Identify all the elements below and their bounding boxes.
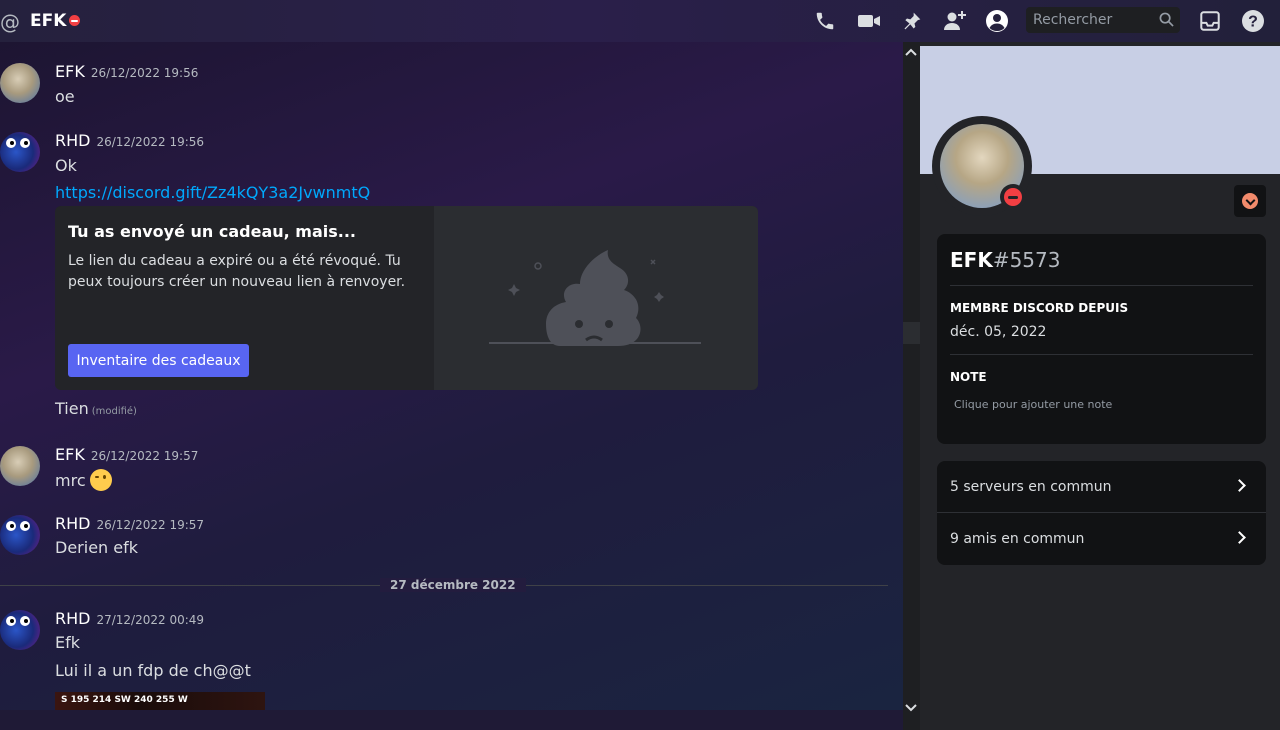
message-header: EFK 26/12/2022 19:57 (55, 445, 198, 464)
edited-label: (modifié) (91, 406, 137, 417)
message-composer[interactable] (0, 710, 903, 730)
help-icon[interactable]: ? (1240, 8, 1266, 34)
channel-header: @ EFK Rechercher ? (0, 0, 1280, 42)
search-input[interactable]: Rechercher (1026, 7, 1180, 33)
user-profile-panel: EFK#5573 MEMBRE DISCORD DEPUIS déc. 05, … (920, 42, 1280, 730)
divider (950, 285, 1253, 286)
gift-inventory-button[interactable]: Inventaire des cadeaux (68, 344, 249, 377)
dm-title: EFK (30, 11, 67, 31)
search-icon (1159, 12, 1174, 31)
discriminator: #5573 (992, 248, 1061, 272)
gift-embed-title: Tu as envoyé un cadeau, mais... (68, 222, 357, 241)
dnd-status-icon (69, 15, 80, 26)
message-timestamp: 26/12/2022 19:57 (96, 518, 205, 532)
note-input[interactable]: Clique pour ajouter une note (954, 398, 1112, 411)
message-author[interactable]: EFK (55, 62, 85, 81)
profile-username: EFK#5573 (950, 248, 1060, 272)
svg-text:?: ? (1248, 14, 1258, 31)
avatar[interactable] (0, 446, 40, 486)
message-content: mrc (55, 469, 112, 491)
gift-embed-description: Le lien du cadeau a expiré ou a été révo… (68, 253, 406, 290)
message-content: Derien efk (55, 538, 138, 557)
wink-emoji-icon (89, 469, 112, 491)
nitro-badge-icon[interactable] (1234, 185, 1266, 217)
message-content: Efk (55, 633, 81, 652)
message-header: RHD 26/12/2022 19:57 (55, 514, 204, 533)
message-author[interactable]: EFK (55, 445, 85, 464)
mutual-friends-label: 9 amis en commun (950, 531, 1085, 547)
mutual-section: 5 serveurs en commun 9 amis en commun (937, 461, 1266, 565)
message-header: RHD 26/12/2022 19:56 (55, 131, 204, 150)
message-content: Lui il a un fdp de ch@@t (55, 661, 251, 680)
chevron-right-icon (1233, 479, 1246, 492)
message-timestamp: 26/12/2022 19:56 (96, 135, 205, 149)
gift-link[interactable]: https://discord.gift/Zz4kQY3a2JvwnmtQ (55, 183, 370, 202)
add-friend-icon[interactable] (942, 8, 968, 34)
message-author[interactable]: RHD (55, 609, 90, 628)
message-list[interactable]: EFK 26/12/2022 19:56 oe RHD 26/12/2022 19:… (0, 42, 903, 710)
avatar[interactable] (0, 132, 40, 172)
message-author[interactable]: RHD (55, 131, 90, 150)
avatar[interactable] (0, 610, 40, 650)
phone-call-icon[interactable] (812, 8, 838, 34)
message-header: RHD 27/12/2022 00:49 (55, 609, 204, 628)
message-content: Ok (55, 156, 77, 175)
mutual-friends-row[interactable]: 9 amis en commun (937, 513, 1266, 565)
message-text: mrc (55, 471, 86, 490)
scroll-up-icon[interactable] (905, 46, 917, 60)
search-placeholder: Rechercher (1033, 12, 1113, 28)
at-icon: @ (0, 10, 20, 34)
poop-icon (489, 250, 701, 346)
member-since-heading: MEMBRE DISCORD DEPUIS (950, 301, 1129, 315)
avatar[interactable] (0, 515, 40, 555)
scrollbar-thumb[interactable] (903, 322, 920, 344)
message-timestamp: 26/12/2022 19:57 (90, 449, 199, 463)
gift-expired-illustration (434, 206, 758, 390)
username: EFK (950, 248, 993, 272)
note-heading: NOTE (950, 370, 987, 384)
dnd-status-icon (1000, 184, 1026, 210)
video-call-icon[interactable] (856, 8, 882, 34)
message-header: EFK 26/12/2022 19:56 (55, 62, 198, 81)
chat-scrollbar[interactable] (903, 42, 920, 720)
member-since-value: déc. 05, 2022 (950, 324, 1047, 340)
scroll-down-icon[interactable] (905, 702, 917, 716)
divider (950, 354, 1253, 355)
message-text: Tien (55, 399, 89, 418)
image-attachment[interactable]: S 195 214 SW 240 255 W (55, 692, 265, 710)
chevron-right-icon (1233, 531, 1246, 544)
message-author[interactable]: RHD (55, 514, 90, 533)
mutual-servers-label: 5 serveurs en commun (950, 479, 1112, 495)
inbox-icon[interactable] (1197, 8, 1223, 34)
message-timestamp: 26/12/2022 19:56 (90, 66, 199, 80)
date-divider: 27 décembre 2022 (380, 578, 526, 592)
pin-icon[interactable] (899, 8, 925, 34)
mutual-servers-row[interactable]: 5 serveurs en commun (937, 461, 1266, 513)
message-content: Tien (modifié) (55, 399, 137, 418)
avatar[interactable] (0, 63, 40, 103)
user-profile-icon[interactable] (984, 8, 1010, 34)
profile-info-card: EFK#5573 MEMBRE DISCORD DEPUIS déc. 05, … (937, 234, 1266, 444)
gift-embed: Tu as envoyé un cadeau, mais... Le lien … (55, 206, 758, 390)
message-timestamp: 27/12/2022 00:49 (96, 613, 205, 627)
message-content: oe (55, 87, 75, 106)
